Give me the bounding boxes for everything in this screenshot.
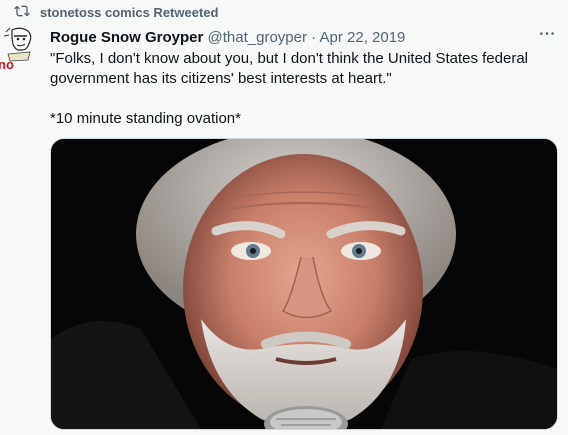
author-handle[interactable]: @that_groyper	[208, 29, 307, 46]
separator-dot: ·	[311, 29, 317, 46]
avatar[interactable]: no	[0, 26, 38, 72]
tweet-header: Rogue Snow Groyper @that_groyper · Apr 2…	[50, 29, 405, 46]
author-name[interactable]: Rogue Snow Groyper	[50, 29, 203, 46]
more-options-button[interactable]	[537, 27, 557, 39]
more-horizontal-icon	[540, 31, 554, 35]
tweet-date[interactable]: Apr 22, 2019	[320, 29, 406, 46]
tweet-media-image[interactable]	[50, 138, 558, 430]
avatar-text: no	[0, 57, 14, 72]
retweet-icon	[14, 3, 30, 22]
retweet-label: stonetoss comics Retweeted	[40, 4, 219, 20]
tweet-text: "Folks, I don't know about you, but I do…	[50, 50, 529, 127]
retweet-indicator[interactable]: stonetoss comics Retweeted	[14, 3, 218, 21]
